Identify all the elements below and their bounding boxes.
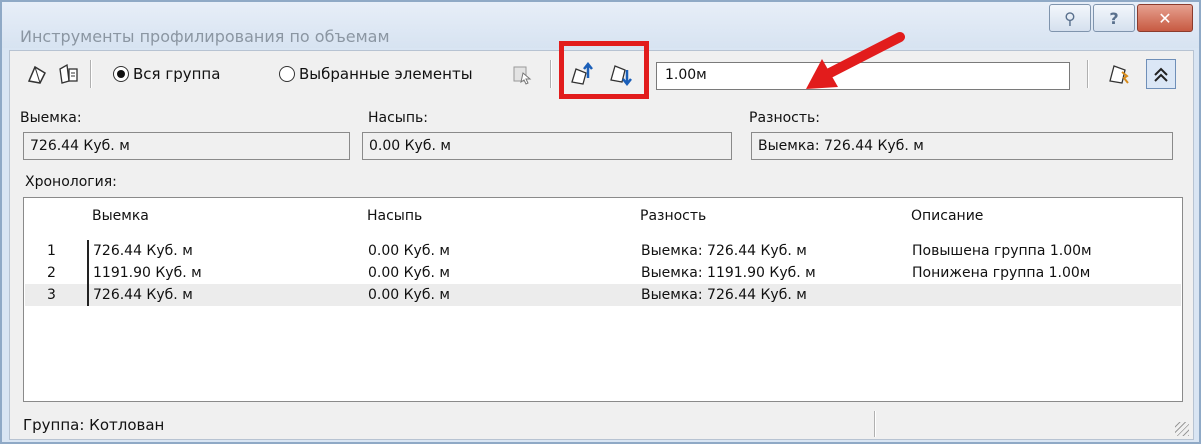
column-header-net[interactable]: Разность [640, 208, 706, 224]
row-description: Понижена группа 1.00м [912, 265, 1091, 281]
row-number: 1 [47, 243, 56, 259]
toolbar-separator [550, 60, 552, 88]
toolbar-separator [1087, 60, 1089, 88]
row-net: Выемка: 726.44 Куб. м [641, 287, 807, 303]
fill-value-field: 0.00 Куб. м [362, 132, 732, 160]
net-label: Разность: [749, 110, 821, 126]
row-fill: 0.00 Куб. м [368, 287, 450, 303]
column-header-cut[interactable]: Выемка [92, 208, 149, 224]
row-divider [87, 262, 89, 284]
collapse-button[interactable] [1146, 59, 1176, 89]
select-surface-button[interactable] [22, 59, 52, 89]
table-row[interactable]: 3 726.44 Куб. м 0.00 Куб. м Выемка: 726.… [25, 284, 1181, 306]
help-icon: ? [1109, 8, 1119, 28]
help-search-button[interactable]: ⚲ [1049, 4, 1091, 32]
resize-grip-icon[interactable] [1175, 422, 1189, 436]
row-cut: 726.44 Куб. м [93, 287, 193, 303]
row-number: 2 [47, 265, 56, 281]
close-button[interactable]: ✕ [1137, 4, 1193, 32]
row-cut: 1191.90 Куб. м [93, 265, 202, 281]
window-title: Инструменты профилирования по объемам [20, 27, 390, 46]
radio-checked-icon [113, 66, 129, 82]
highlight-box [559, 41, 649, 99]
status-divider [874, 411, 876, 437]
row-fill: 0.00 Куб. м [368, 265, 450, 281]
row-divider [87, 240, 89, 262]
scope-selected-label: Выбранные элементы [299, 65, 473, 83]
row-net: Выемка: 726.44 Куб. м [641, 243, 807, 259]
table-row[interactable]: 2 1191.90 Куб. м 0.00 Куб. м Выемка: 119… [25, 262, 1181, 284]
net-value-field: Выемка: 726.44 Куб. м [751, 132, 1173, 160]
report-icon [1109, 65, 1129, 84]
row-description: Повышена группа 1.00м [912, 243, 1092, 259]
status-group-text: Группа: Котлован [23, 416, 165, 434]
fill-label: Насыпь: [368, 110, 428, 126]
row-net: Выемка: 1191.90 Куб. м [641, 265, 816, 281]
volume-tools-window: Инструменты профилирования по объемам ⚲ … [0, 0, 1201, 444]
select-elements-icon [513, 66, 532, 85]
dialog-content: Вся группа Выбранные элементы 1.00м Выем… [9, 32, 1194, 440]
scope-selected-radio[interactable]: Выбранные элементы [279, 65, 473, 83]
help-search-icon: ⚲ [1064, 8, 1076, 28]
select-group-icon [59, 63, 78, 84]
cut-value-field: 726.44 Куб. м [23, 132, 350, 160]
column-header-fill[interactable]: Насыпь [367, 208, 422, 224]
pointer-arrow [806, 32, 905, 89]
report-button[interactable] [1104, 59, 1134, 89]
window-controls: ⚲ ? ✕ [1049, 4, 1193, 32]
select-group-button[interactable] [54, 59, 84, 89]
status-bar: Группа: Котлован [10, 408, 1193, 439]
collapse-icon [1154, 67, 1168, 82]
history-grid[interactable]: Выемка Насыпь Разность Описание 1 726.44… [23, 197, 1183, 402]
row-fill: 0.00 Куб. м [368, 243, 450, 259]
row-cut: 726.44 Куб. м [93, 243, 193, 259]
help-button[interactable]: ? [1093, 4, 1135, 32]
toolbar-separator [90, 60, 92, 88]
column-header-description[interactable]: Описание [911, 208, 983, 224]
row-divider [87, 284, 89, 306]
select-elements-button[interactable] [507, 59, 537, 89]
select-surface-icon [27, 65, 46, 84]
close-icon: ✕ [1158, 8, 1172, 28]
cut-label: Выемка: [20, 110, 82, 126]
history-label: Хронология: [25, 174, 117, 190]
scope-all-radio[interactable]: Вся группа [113, 65, 220, 83]
toolbar: Вся группа Выбранные элементы 1.00м [10, 32, 1193, 99]
scope-all-label: Вся группа [133, 65, 221, 83]
row-number: 3 [47, 287, 56, 303]
table-row[interactable]: 1 726.44 Куб. м 0.00 Куб. м Выемка: 726.… [25, 240, 1181, 262]
radio-unchecked-icon [279, 66, 295, 82]
